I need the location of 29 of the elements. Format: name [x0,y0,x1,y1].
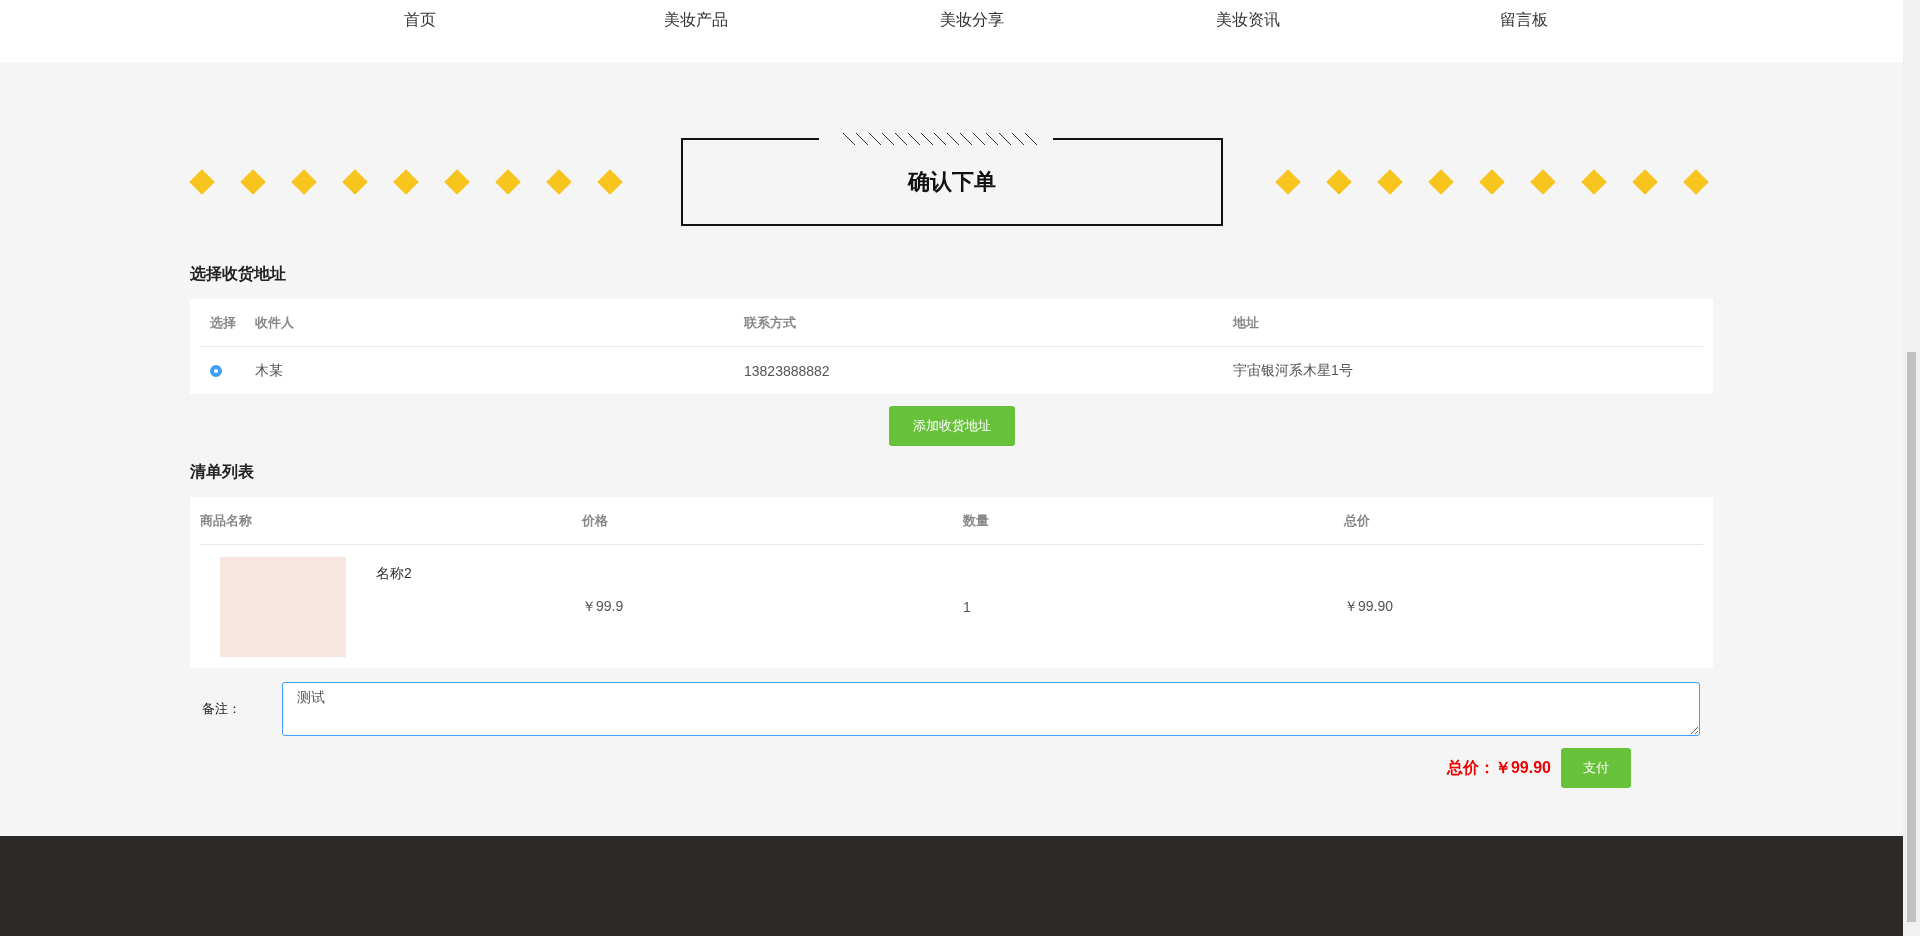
column-header: 数量 [963,511,990,530]
section-heading: 清单列表 [190,462,255,482]
column-header: 商品名称 [200,511,253,530]
nav-link[interactable]: 美妆资讯 [1215,10,1280,31]
nav-link[interactable]: 留言板 [1499,10,1548,31]
column-header: 选择 [209,313,237,332]
remark-field[interactable]: 测试 [282,682,1700,736]
table-cell-text: 13823888882 [744,362,831,379]
column-header: 联系方式 [744,313,797,332]
column-header: 总价 [1344,511,1371,530]
scrollbar-thumb[interactable] [1907,352,1916,922]
table-cell-text: 木某 [255,361,284,380]
product-name: 名称2 [376,564,412,583]
page-title: 确认下单 [907,168,996,196]
remark-label: 备注： [201,700,242,718]
nav-link[interactable]: 美妆产品 [663,10,728,31]
nav-link[interactable]: 首页 [403,10,436,31]
column-header: 收件人 [255,313,295,332]
table-cell-text: 宇宙银河系木星1号 [1233,361,1354,380]
column-header: 价格 [582,511,609,530]
scrollbar[interactable] [1903,0,1920,936]
section-heading: 选择收货地址 [190,264,287,285]
table-cell-text: ￥99.90 [1344,597,1395,616]
table-cell-text: ￥99.9 [582,597,625,616]
total-price: 总价：￥99.90 [1446,757,1551,778]
table-cell-text: 1 [963,598,972,615]
radio-button[interactable] [210,364,222,377]
nav-link[interactable]: 美妆分享 [939,10,1004,31]
column-header: 地址 [1233,313,1260,332]
